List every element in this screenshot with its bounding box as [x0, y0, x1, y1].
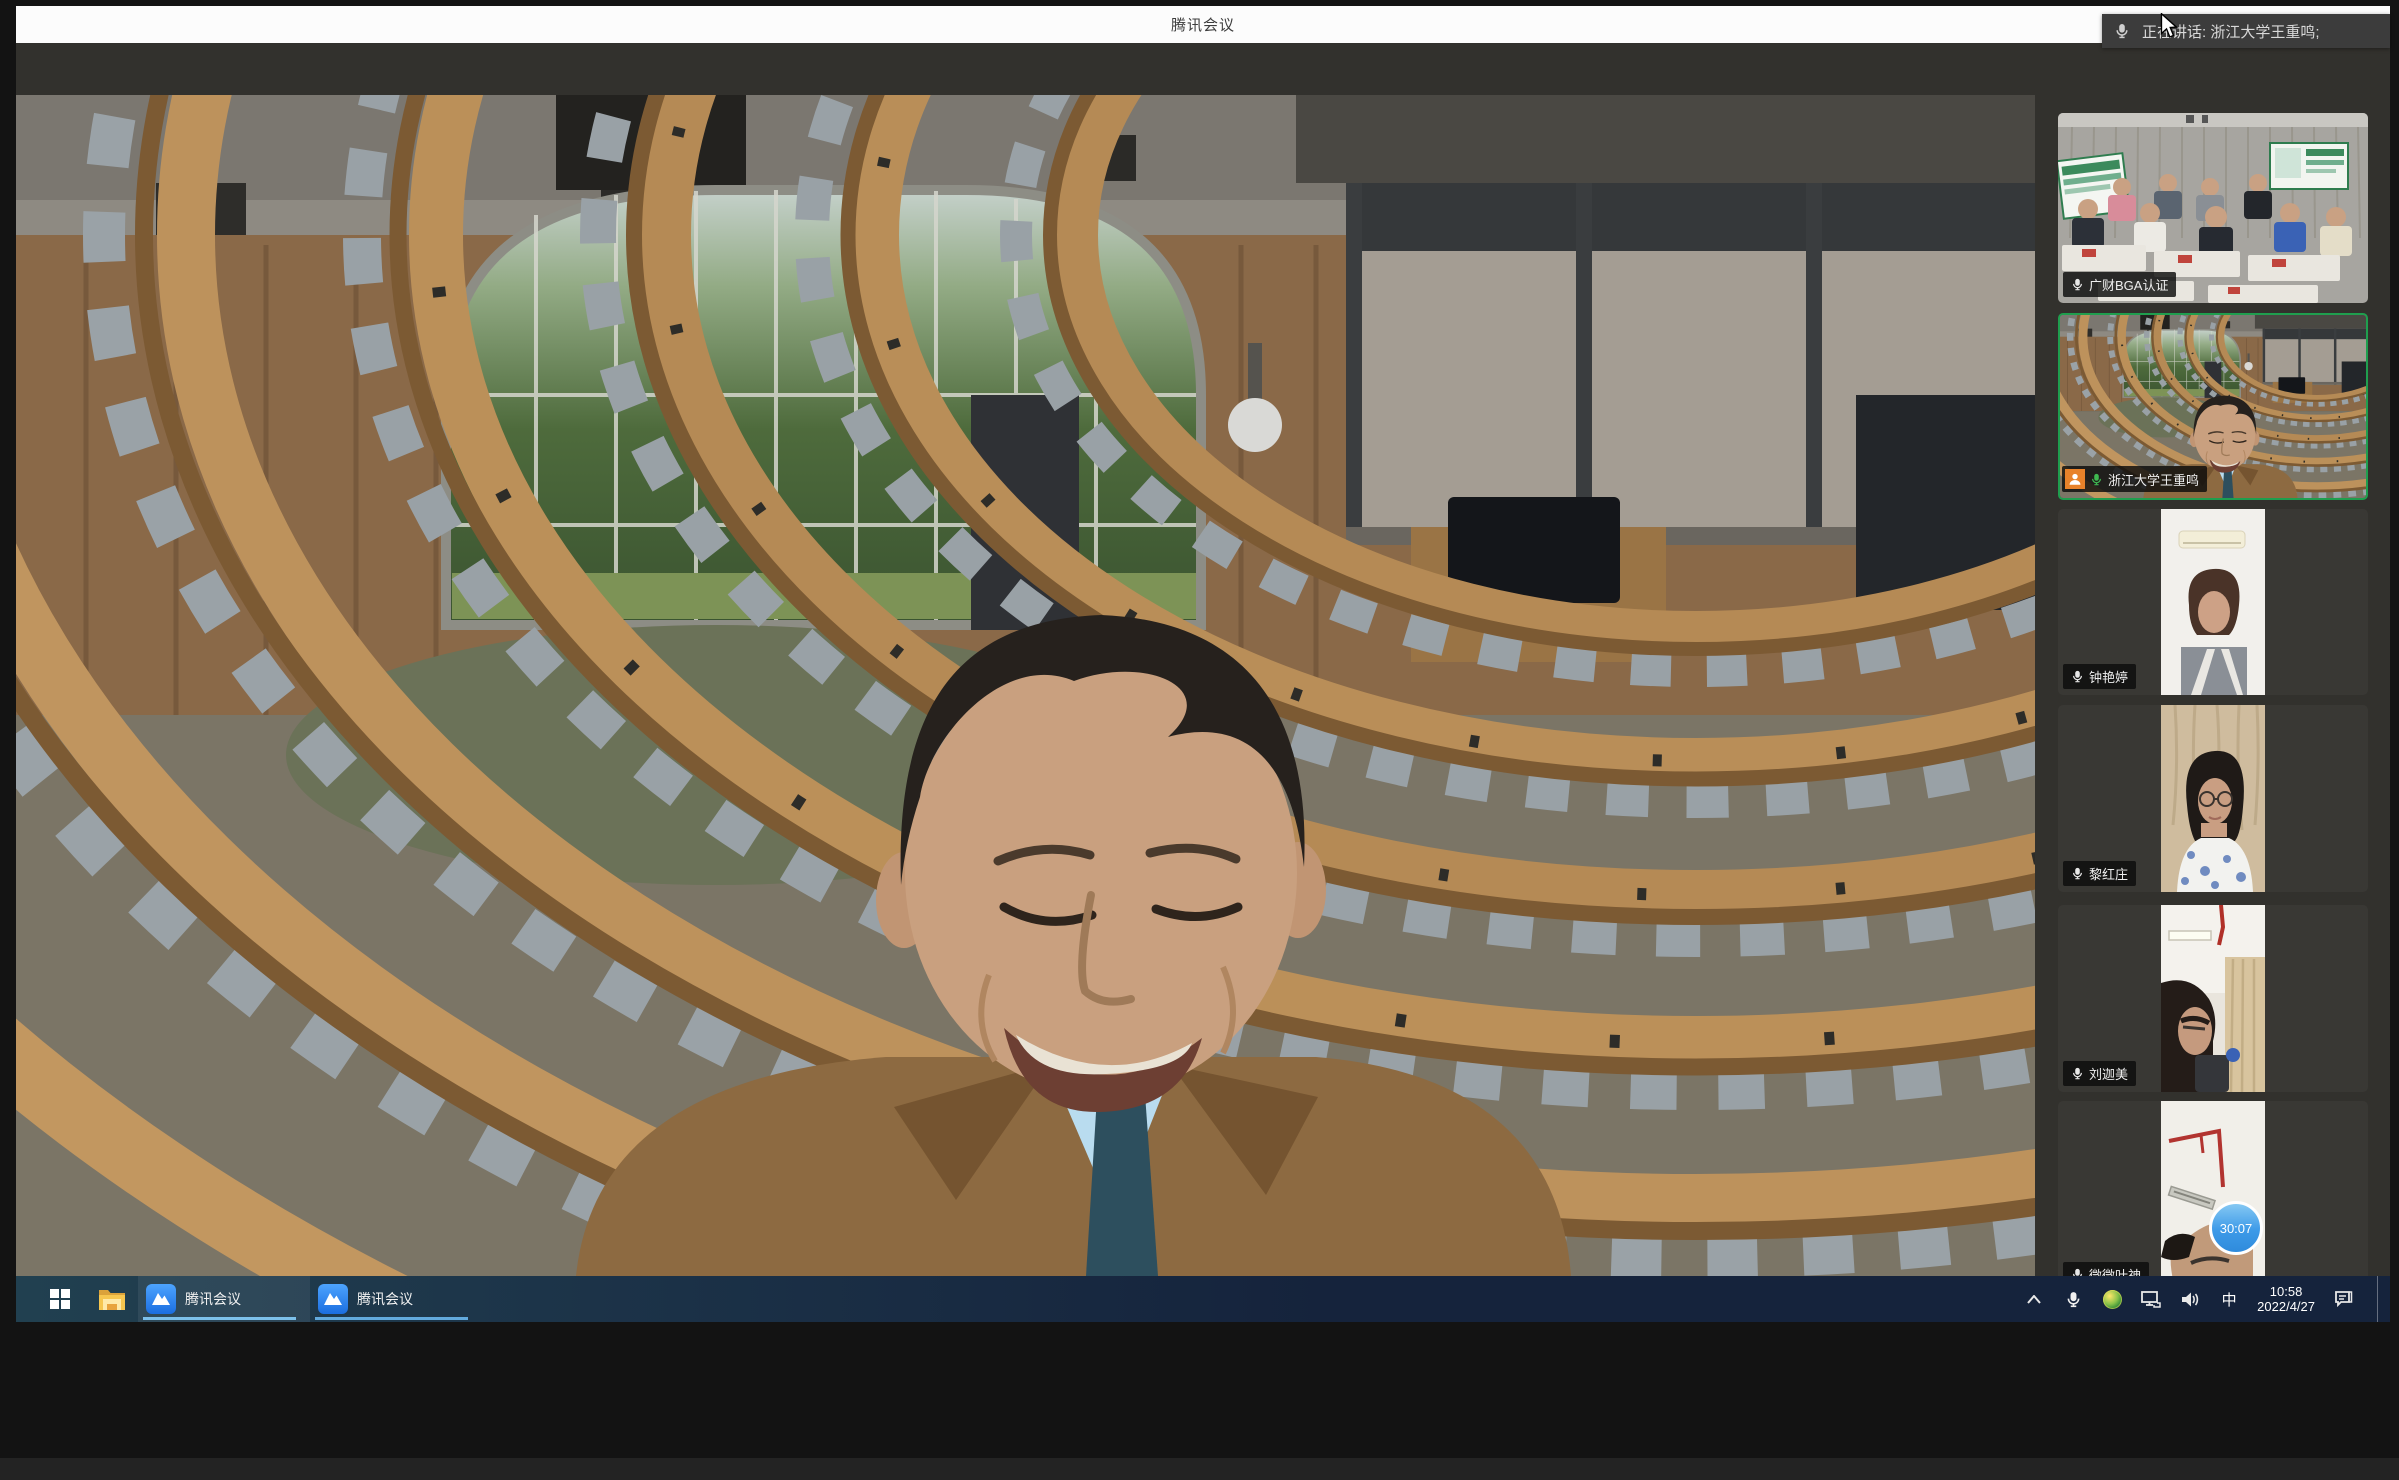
mouse-cursor — [2158, 13, 2180, 39]
ime-language-indicator[interactable]: 中 — [2218, 1284, 2240, 1314]
participant-name-label: 浙江大学王重鸣 — [2062, 466, 2207, 492]
windows-logo-icon — [50, 1289, 70, 1309]
folder-icon — [98, 1287, 126, 1311]
network-display-icon[interactable] — [2140, 1284, 2162, 1314]
participant-name-label: 刘迦美 — [2063, 1061, 2136, 1086]
microphone-icon — [2071, 278, 2084, 291]
microphone-icon — [2071, 867, 2084, 880]
action-center-icon[interactable] — [2332, 1284, 2354, 1314]
window-underline — [315, 1317, 468, 1320]
tencent-meeting-logo — [318, 1284, 348, 1314]
volume-icon[interactable] — [2179, 1284, 2201, 1314]
portrait-video — [2161, 905, 2265, 1092]
screen: 腾讯会议 — [0, 0, 2399, 1480]
screen-bottom-strip — [0, 1458, 2399, 1480]
clock-time: 10:58 — [2257, 1284, 2315, 1299]
taskbar: 腾讯会议 腾讯会议 — [16, 1276, 2390, 1322]
participant-tile[interactable]: 刘迦美 — [2058, 905, 2368, 1092]
speaking-indicator[interactable]: 正在讲话: 浙江大学王重鸣; — [2102, 14, 2390, 48]
taskbar-clock[interactable]: 10:58 2022/4/27 — [2257, 1284, 2315, 1314]
meeting-app-window: 浙江大学王重鸣 — [16, 43, 2390, 1276]
microphone-icon — [2071, 670, 2084, 683]
clock-date: 2022/4/27 — [2257, 1299, 2315, 1314]
portrait-video — [2161, 705, 2265, 892]
portrait-video — [2161, 509, 2265, 695]
active-window-underline — [143, 1317, 296, 1320]
participant-name-label: 广财BGA认证 — [2063, 272, 2176, 297]
portrait-video — [2161, 1101, 2265, 1293]
main-video-stage[interactable]: 浙江大学王重鸣 — [16, 95, 2035, 1276]
main-video-scene — [16, 95, 2035, 1276]
window-title: 腾讯会议 — [1171, 14, 1235, 35]
chevron-up-icon[interactable] — [2023, 1284, 2045, 1314]
tencent-meeting-logo — [146, 1284, 176, 1314]
participant-tile-classroom[interactable]: 广财BGA认证 — [2058, 113, 2368, 303]
antivirus-orb-icon[interactable] — [2101, 1284, 2123, 1314]
participant-tile[interactable]: 30:07 微微叶神 — [2058, 1101, 2368, 1293]
timer-badge: 30:07 — [2209, 1201, 2263, 1255]
person-avatar-icon — [2065, 469, 2085, 489]
start-button[interactable] — [34, 1276, 86, 1322]
participant-tile[interactable]: 钟艳婷 — [2058, 509, 2368, 695]
participant-name-label: 黎红庄 — [2063, 861, 2136, 886]
participant-tile-active-speaker[interactable]: 浙江大学王重鸣 — [2058, 313, 2368, 500]
participant-name-label: 钟艳婷 — [2063, 664, 2136, 689]
window-titlebar[interactable]: 腾讯会议 — [16, 6, 2390, 44]
system-tray: 中 10:58 2022/4/27 — [2023, 1276, 2390, 1322]
microphone-icon — [2114, 23, 2130, 39]
taskbar-app-tencent-meeting-1[interactable]: 腾讯会议 — [138, 1276, 310, 1322]
microphone-active-icon — [2090, 473, 2103, 486]
tray-microphone-icon[interactable] — [2062, 1284, 2084, 1314]
taskbar-app-tencent-meeting-2[interactable]: 腾讯会议 — [310, 1276, 482, 1322]
file-explorer-button[interactable] — [86, 1276, 138, 1322]
show-desktop-button[interactable] — [2377, 1276, 2386, 1322]
microphone-icon — [2071, 1067, 2084, 1080]
participant-tile[interactable]: 黎红庄 — [2058, 705, 2368, 892]
